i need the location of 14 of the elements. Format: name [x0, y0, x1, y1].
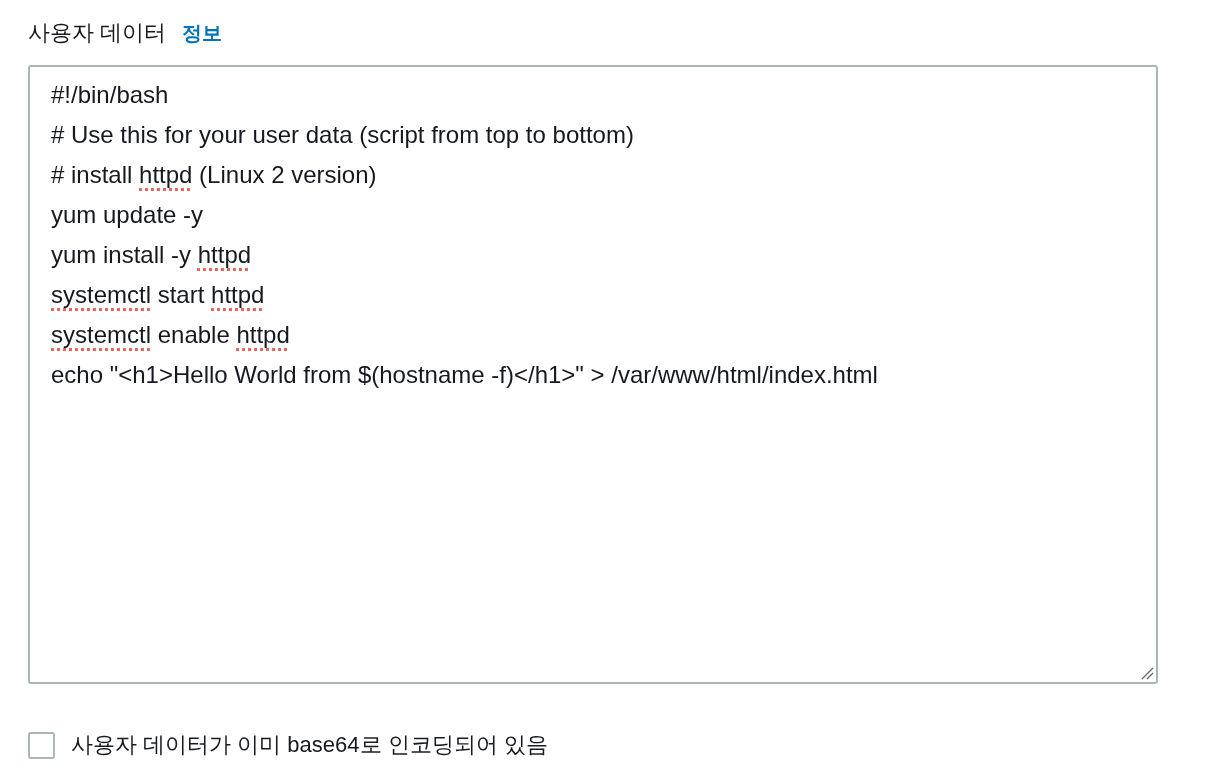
- script-line: # Use this for your user data (script from top to bottom): [51, 120, 635, 150]
- script-line: # install httpd (Linux 2 version): [51, 160, 378, 190]
- resize-grip-icon[interactable]: [1141, 667, 1154, 680]
- script-line: systemctl start httpd: [51, 280, 266, 310]
- script-line: yum install -y httpd: [51, 240, 253, 270]
- script-line: systemctl enable httpd: [51, 320, 291, 350]
- field-label: 사용자 데이터: [28, 19, 167, 47]
- info-link[interactable]: 정보: [182, 19, 223, 47]
- script-line: #!/bin/bash: [51, 80, 170, 110]
- checkbox-label[interactable]: 사용자 데이터가 이미 base64로 인코딩되어 있음: [71, 731, 548, 759]
- script-line: echo "<h1>Hello World from $(hostname -f)</h1>" > /var/www/html/index.html: [51, 360, 879, 390]
- script-line: yum update -y: [51, 200, 205, 230]
- checkbox[interactable]: [28, 731, 55, 759]
- user-data-textarea[interactable]: [28, 65, 1158, 684]
